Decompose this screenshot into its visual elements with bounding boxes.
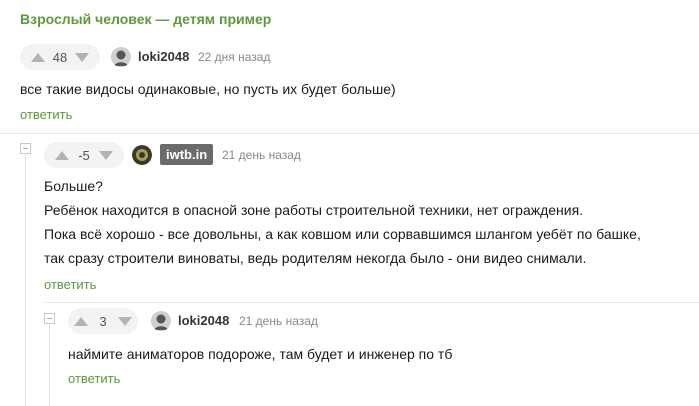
comment-score: -5 xyxy=(78,147,90,163)
upvote-arrow-icon[interactable] xyxy=(55,150,69,160)
downvote-arrow-icon[interactable] xyxy=(99,150,113,160)
comment-text: так сразу строители виноваты, ведь родит… xyxy=(44,250,587,266)
upvote-arrow-icon[interactable] xyxy=(74,316,88,326)
comment-username[interactable]: loki2048 xyxy=(138,49,189,64)
divider xyxy=(0,133,699,134)
comment-text: Пока всё хорошо - все довольны, а как ко… xyxy=(44,226,641,242)
avatar[interactable] xyxy=(132,145,152,165)
avatar[interactable] xyxy=(111,47,131,67)
comment-username[interactable]: iwtb.in xyxy=(160,144,214,165)
comment-text: все такие видосы одинаковые, но пусть их… xyxy=(20,81,396,97)
comment-date[interactable]: 21 день назад xyxy=(222,148,301,162)
comment-text: Ребёнок находится в опасной зоне работы … xyxy=(44,202,584,218)
comment: -5 iwtb.in 21 день назад Больше? Ребёнок… xyxy=(0,140,699,300)
comment-date[interactable]: 22 дня назад xyxy=(198,50,271,64)
comment-date[interactable]: 21 день назад xyxy=(239,314,318,328)
comment-username[interactable]: loki2048 xyxy=(178,313,229,328)
reply-button[interactable]: ответить xyxy=(44,277,96,292)
comment: 3 loki2048 21 день назад наймите анимато… xyxy=(0,308,699,406)
upvote-arrow-icon[interactable] xyxy=(30,52,45,62)
downvote-arrow-icon[interactable] xyxy=(118,316,132,326)
divider xyxy=(44,302,699,303)
comment-score: 3 xyxy=(99,313,107,329)
reply-button[interactable]: ответить xyxy=(68,371,120,386)
comment-text: Больше? xyxy=(44,178,103,194)
downvote-arrow-icon[interactable] xyxy=(75,52,90,62)
comment: 48 loki2048 22 дня назад все такие видос… xyxy=(0,40,699,130)
comment-text: наймите аниматоров подороже, там будет и… xyxy=(68,346,453,362)
comment-score: 48 xyxy=(52,49,68,65)
reply-button[interactable]: ответить xyxy=(20,107,72,122)
vote-control: -5 xyxy=(44,142,124,168)
avatar[interactable] xyxy=(151,311,171,331)
post-title-link[interactable]: Взрослый человек — детям пример xyxy=(20,11,271,27)
vote-control: 48 xyxy=(20,44,100,70)
vote-control: 3 xyxy=(68,308,138,334)
